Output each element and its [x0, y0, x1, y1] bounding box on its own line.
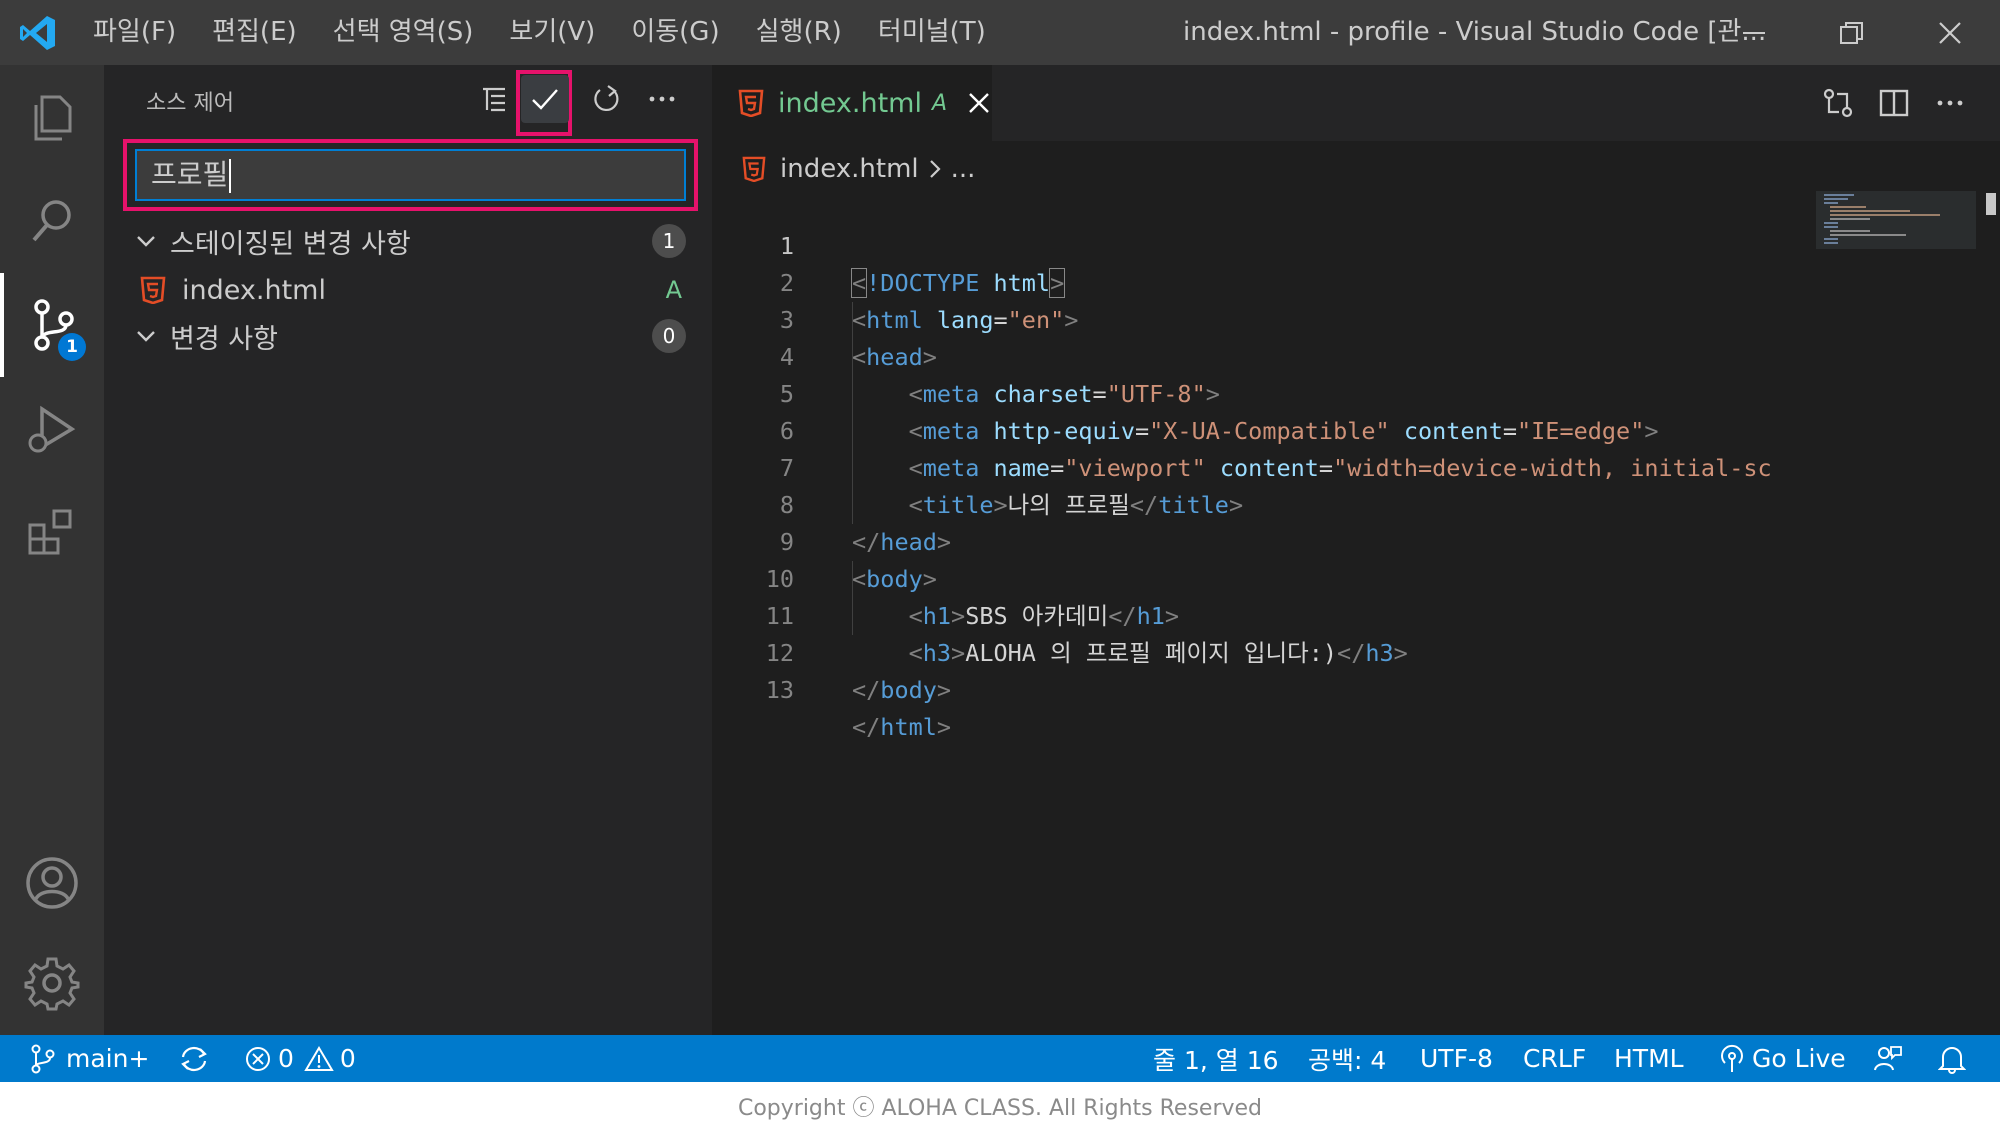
settings-gear-icon[interactable]	[0, 931, 104, 1035]
status-bar: main+ 0 0 줄 1, 열 16 공백: 4 UTF-8 CRLF HTM…	[0, 1035, 2000, 1082]
cursor-position[interactable]: 줄 1, 열 16	[1153, 1035, 1279, 1082]
extensions-icon[interactable]	[0, 481, 104, 585]
staged-changes-label: 스테이징된 변경 사항	[170, 228, 411, 260]
branch-indicator[interactable]: main+	[30, 1035, 149, 1082]
split-editor-icon[interactable]	[1870, 79, 1918, 127]
problems-indicator[interactable]: 0 0	[244, 1035, 356, 1082]
tab-label: index.html	[778, 87, 922, 119]
restore-icon[interactable]	[1804, 0, 1900, 65]
code-line: 7 <title>나의 프로필</title>	[712, 413, 1812, 519]
html5-file-icon	[742, 156, 766, 182]
menu-terminal[interactable]: 터미널(T)	[860, 0, 1004, 65]
commit-message-highlight: 프로필	[123, 139, 698, 211]
activity-bar: 1	[0, 65, 104, 1035]
changes-count-badge: 0	[652, 319, 686, 353]
warning-count: 0	[339, 1044, 356, 1073]
html5-file-icon	[140, 276, 166, 304]
menu-file[interactable]: 파일(F)	[75, 0, 194, 65]
error-count: 0	[278, 1044, 294, 1073]
more-icon[interactable]	[638, 75, 686, 123]
menu-selection[interactable]: 선택 영역(S)	[315, 0, 492, 65]
warning-icon	[304, 1045, 334, 1071]
tab-bar: index.html A	[712, 65, 2000, 141]
feedback-icon[interactable]	[1873, 1035, 1903, 1082]
git-branch-icon	[31, 1044, 55, 1073]
line-ending[interactable]: CRLF	[1523, 1035, 1586, 1082]
error-icon	[246, 1046, 270, 1071]
text-caret	[229, 159, 232, 193]
staged-file-row[interactable]: index.html A	[104, 268, 712, 312]
minimap[interactable]	[1816, 191, 1976, 1035]
encoding[interactable]: UTF-8	[1420, 1035, 1493, 1082]
sync-icon[interactable]	[178, 1035, 210, 1082]
html5-file-icon	[738, 89, 764, 117]
code-line: 3 <head>	[712, 265, 1812, 371]
commit-message-text: 프로필	[151, 158, 229, 191]
changes-group[interactable]: 변경 사항 0	[104, 313, 712, 359]
code-line: 6 <meta name="viewport" content="width=d…	[712, 376, 1812, 482]
menu-edit[interactable]: 편집(E)	[194, 0, 315, 65]
code-line: 10 <h1>SBS 아카데미</h1>	[712, 524, 1812, 630]
breadcrumb: index.html ...	[742, 149, 975, 189]
panel-title: 소스 제어	[146, 91, 234, 116]
menu-view[interactable]: 보기(V)	[491, 0, 613, 65]
code-line: 2 <html lang="en">	[712, 228, 1812, 334]
menu-bar: 파일(F) 편집(E) 선택 영역(S) 보기(V) 이동(G) 실행(R) 터…	[75, 0, 1004, 65]
breadcrumb-file[interactable]: index.html	[780, 154, 919, 184]
commit-check-icon[interactable]	[521, 75, 569, 123]
indentation[interactable]: 공백: 4	[1308, 1035, 1386, 1082]
code-line: 1 <!DOCTYPE html>	[712, 191, 1812, 298]
go-live-button[interactable]: Go Live	[1718, 1035, 1846, 1082]
explorer-icon[interactable]	[0, 65, 104, 169]
language-mode[interactable]: HTML	[1614, 1035, 1684, 1082]
editor-group: index.html A index.html ... 1 <!DOCTYPE …	[712, 65, 2000, 1035]
tab-close-icon[interactable]	[967, 91, 991, 115]
run-debug-icon[interactable]	[0, 377, 104, 481]
notifications-bell-icon[interactable]	[1938, 1035, 1966, 1082]
title-bar: 파일(F) 편집(E) 선택 영역(S) 보기(V) 이동(G) 실행(R) 터…	[0, 0, 2000, 65]
search-icon[interactable]	[0, 169, 104, 273]
branch-name: main+	[66, 1044, 150, 1073]
refresh-icon[interactable]	[582, 75, 630, 123]
breadcrumb-symbol[interactable]: ...	[951, 154, 976, 184]
go-live-label: Go Live	[1752, 1044, 1846, 1073]
window-title: index.html - profile - Visual Studio Cod…	[1183, 17, 1767, 47]
staged-count-badge: 1	[652, 224, 686, 258]
code-line: 4 <meta charset="UTF-8">	[712, 302, 1812, 408]
copyright-footer: Copyright ⓒ ALOHA CLASS. All Rights Rese…	[0, 1082, 2000, 1130]
menu-go[interactable]: 이동(G)	[613, 0, 737, 65]
commit-message-input[interactable]: 프로필	[135, 149, 686, 201]
tab-index-html[interactable]: index.html A	[712, 65, 992, 141]
editor-scrollbar[interactable]	[1982, 191, 2000, 1035]
code-line: 11 <h3>ALOHA 의 프로필 페이지 입니다:)</h3>	[712, 561, 1812, 667]
more-icon[interactable]	[1926, 79, 1974, 127]
staged-file-name: index.html	[182, 274, 326, 306]
vscode-logo-icon	[0, 0, 75, 65]
code-line: 5 <meta http-equiv="X-UA-Compatible" con…	[712, 339, 1812, 445]
source-control-icon[interactable]: 1	[0, 273, 104, 377]
chevron-down-icon	[137, 236, 155, 247]
chevron-down-icon	[137, 331, 155, 342]
changes-label: 변경 사항	[170, 323, 278, 355]
broadcast-icon	[1721, 1044, 1743, 1072]
chevron-right-icon	[929, 160, 941, 178]
tree-view-icon[interactable]	[470, 75, 518, 123]
source-control-panel: 소스 제어 프로필 스테이징된 변경 사항 1 index.html A 변경 …	[104, 65, 712, 1035]
code-line: 8 </head>	[712, 450, 1812, 556]
accounts-icon[interactable]	[0, 831, 104, 935]
minimize-icon[interactable]	[1706, 0, 1802, 65]
source-control-badge: 1	[58, 333, 86, 361]
line-number: 13	[765, 676, 794, 704]
close-icon[interactable]	[1902, 0, 1998, 65]
code-line: 9 <body>	[712, 487, 1812, 593]
code-line: 13 </html>	[712, 635, 1812, 741]
code-line: 12 </body>	[712, 598, 1812, 704]
open-changes-icon[interactable]	[1814, 79, 1862, 127]
file-added-status: A	[665, 276, 682, 304]
staged-changes-group[interactable]: 스테이징된 변경 사항 1	[104, 218, 712, 264]
menu-run[interactable]: 실행(R)	[738, 0, 860, 65]
tab-added-status: A	[931, 90, 948, 116]
